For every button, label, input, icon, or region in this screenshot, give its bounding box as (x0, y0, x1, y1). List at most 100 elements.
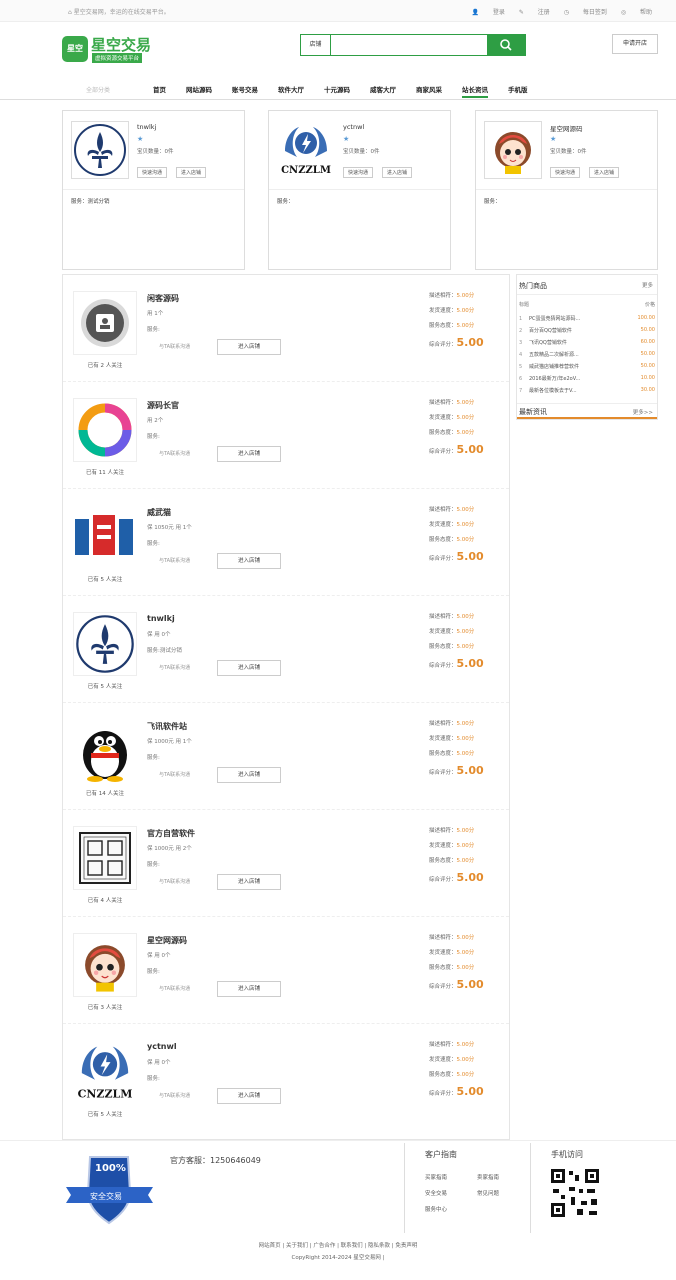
all-categories[interactable]: 全部分类 (86, 85, 110, 94)
shop-avatar[interactable] (73, 719, 137, 783)
nav-item[interactable]: 十元源码 (324, 84, 350, 94)
nav-item[interactable]: 软件大厅 (278, 84, 304, 94)
guide-link[interactable]: 服务中心 (425, 1205, 447, 1213)
nav-item[interactable]: 网站源码 (186, 84, 212, 94)
contact-link[interactable]: 与TA联系沟通 (159, 450, 190, 457)
shop-card[interactable]: 星空网源码 ★ 宝贝数量：0件 快速沟通 进入店铺 服务： (475, 110, 658, 270)
guide-link[interactable]: 常见问题 (477, 1189, 499, 1197)
shop-avatar[interactable] (73, 826, 137, 890)
enter-shop-button[interactable]: 进入店铺 (217, 446, 281, 462)
news-more-link[interactable]: 更多>> (633, 408, 653, 416)
shop-name[interactable]: yctnwl (147, 1042, 177, 1051)
shop-name[interactable]: 威武猫 (147, 507, 171, 518)
contact-link[interactable]: 与TA联系沟通 (159, 985, 190, 992)
enter-shop-button[interactable]: 进入店铺 (382, 167, 413, 178)
shop-card[interactable]: tnwlkj ★ 宝贝数量：0件 快速沟通 进入店铺 服务：测试分销 (62, 110, 245, 270)
more-link[interactable]: 更多 (642, 281, 653, 289)
shop-avatar[interactable] (484, 121, 542, 179)
cnzzlm-logo-icon: CNZZLM (281, 127, 331, 176)
list-item[interactable]: 7 最新各位模板去于V... 30.00 (519, 387, 655, 399)
shop-name[interactable]: 星空网源码 (147, 935, 187, 946)
divider (269, 189, 450, 190)
shop-name[interactable]: 星空网源码 (550, 123, 583, 133)
enter-shop-button[interactable]: 进入店铺 (589, 167, 620, 178)
shop-name[interactable]: 闲客源码 (147, 293, 179, 304)
shop-name[interactable]: 源码长官 (147, 400, 179, 411)
guide-link[interactable]: 安全交易 (425, 1189, 447, 1197)
search-icon (500, 39, 512, 51)
enter-shop-button[interactable]: 进入店铺 (217, 1088, 281, 1104)
nav-item[interactable]: 商家风采 (416, 84, 442, 94)
quick-contact-button[interactable]: 快速沟通 (550, 167, 581, 178)
brand-calligraphy-logo-icon (75, 515, 133, 555)
help-link[interactable]: ◎ 帮助 (621, 9, 652, 16)
follower-count: 已有 4 人关注 (87, 898, 123, 904)
shop-name[interactable]: 飞讯软件站 (147, 721, 187, 732)
guide-link[interactable]: 卖家指南 (477, 1173, 499, 1181)
column-headers: 标题 价格 (519, 302, 655, 308)
contact-link[interactable]: 与TA联系沟通 (159, 1092, 190, 1099)
nav-item[interactable]: 威客大厅 (370, 84, 396, 94)
list-item[interactable]: 4 五款精品二次解析源... 50.00 (519, 351, 655, 363)
apply-shop-button[interactable]: 申请开店 (612, 34, 658, 54)
nav-item-active[interactable]: 站长资讯 (462, 84, 488, 98)
main-nav: 全部分类 首页 网站源码 账号交易 软件大厅 十元源码 威客大厅 商家风采 站长资讯 手机版 (0, 78, 676, 100)
shop-name[interactable]: tnwlkj (147, 614, 175, 623)
enter-shop-button[interactable]: 进入店铺 (217, 553, 281, 569)
shop-service: 服务:测试分销 (147, 648, 182, 654)
contact-link[interactable]: 与TA联系沟通 (159, 878, 190, 885)
shop-name[interactable]: 官方自营软件 (147, 828, 195, 839)
colorful-ring-logo-icon (78, 403, 132, 457)
shop-card[interactable]: CNZZLM yctnwl ★ 宝贝数量：0件 快速沟通 进入店铺 服务： (268, 110, 451, 270)
nav-item[interactable]: 手机版 (508, 84, 528, 94)
shop-avatar[interactable]: CNZZLM (73, 1040, 137, 1104)
search-button[interactable] (487, 35, 526, 55)
mobile-title: 手机访问 (551, 1150, 583, 1159)
shop-meta: 保 用 0个 (147, 632, 171, 638)
follower-count: 已有 11 人关注 (86, 470, 124, 476)
hot-product-list: 1 PC蛋蛋竞猜网站源码... 100.00 2 百分百QQ营销软件 50.00 3 飞讯… (519, 315, 655, 399)
site-logo[interactable]: 星空 星空交易 虚拟资源交易平台 (62, 34, 162, 64)
contact-link[interactable]: 与TA联系沟通 (159, 664, 190, 671)
register-link[interactable]: ✎ 注册 (519, 9, 550, 16)
contact-link[interactable]: 与TA联系沟通 (159, 557, 190, 564)
svg-text:CNZZLM: CNZZLM (78, 1087, 133, 1100)
enter-shop-button[interactable]: 进入店铺 (217, 874, 281, 890)
quick-contact-button[interactable]: 快速沟通 (137, 167, 168, 178)
shop-avatar[interactable] (71, 121, 129, 179)
list-item[interactable]: 6 2016最新万/年e2oV... 10.00 (519, 375, 655, 387)
list-item[interactable]: 3 飞讯QQ营销软件 60.00 (519, 339, 655, 351)
shop-row: 已有 2 人关注 闲客源码 用 1个 服务: 与TA联系沟通 进入店铺 描述相符… (63, 275, 509, 382)
list-item[interactable]: 5 威武猫店铺推荐营软件 50.00 (519, 363, 655, 375)
contact-link[interactable]: 与TA联系沟通 (159, 343, 190, 350)
contact-link[interactable]: 与TA联系沟通 (159, 771, 190, 778)
quick-contact-button[interactable]: 快速沟通 (343, 167, 374, 178)
search-input[interactable] (332, 35, 486, 55)
search-category-select[interactable]: 店铺 (301, 35, 331, 55)
shop-avatar[interactable] (73, 291, 137, 355)
shop-avatar[interactable] (73, 398, 137, 462)
shop-avatar[interactable] (73, 612, 137, 676)
shop-service: 服务： (484, 199, 501, 205)
top-bar: ⌂ 星空交易网，幸运的在线交易平台。 👤 登录 ✎ 注册 ◷ 每日签到 ◎ 帮助 (0, 0, 676, 22)
enter-shop-button[interactable]: 进入店铺 (217, 767, 281, 783)
shop-avatar[interactable]: CNZZLM (277, 121, 335, 179)
footer-links[interactable]: 网站首页 | 关于我们 | 广告合作 | 联系我们 | 隐私条款 | 免责声明 (0, 1241, 676, 1249)
signin-link[interactable]: ◷ 每日签到 (564, 9, 607, 16)
enter-shop-button[interactable]: 进入店铺 (217, 339, 281, 355)
shop-avatar[interactable] (73, 933, 137, 997)
enter-shop-button[interactable]: 进入店铺 (217, 981, 281, 997)
shop-name[interactable]: yctnwl (343, 123, 364, 131)
enter-shop-button[interactable]: 进入店铺 (217, 660, 281, 676)
nav-item[interactable]: 账号交易 (232, 84, 258, 94)
guide-link[interactable]: 买家指南 (425, 1173, 447, 1181)
enter-shop-button[interactable]: 进入店铺 (176, 167, 207, 178)
shop-row: 已有 14 人关注 飞讯软件站 保 1000元 用 1个 服务: 与TA联系沟通… (63, 703, 509, 810)
nav-item[interactable]: 首页 (153, 84, 166, 94)
list-item[interactable]: 1 PC蛋蛋竞猜网站源码... 100.00 (519, 315, 655, 327)
login-link[interactable]: 👤 登录 (472, 9, 505, 16)
shop-avatar[interactable] (73, 505, 137, 569)
shop-name[interactable]: tnwlkj (137, 123, 156, 131)
list-item[interactable]: 2 百分百QQ营销软件 50.00 (519, 327, 655, 339)
fleur-de-lis-icon (76, 615, 134, 673)
